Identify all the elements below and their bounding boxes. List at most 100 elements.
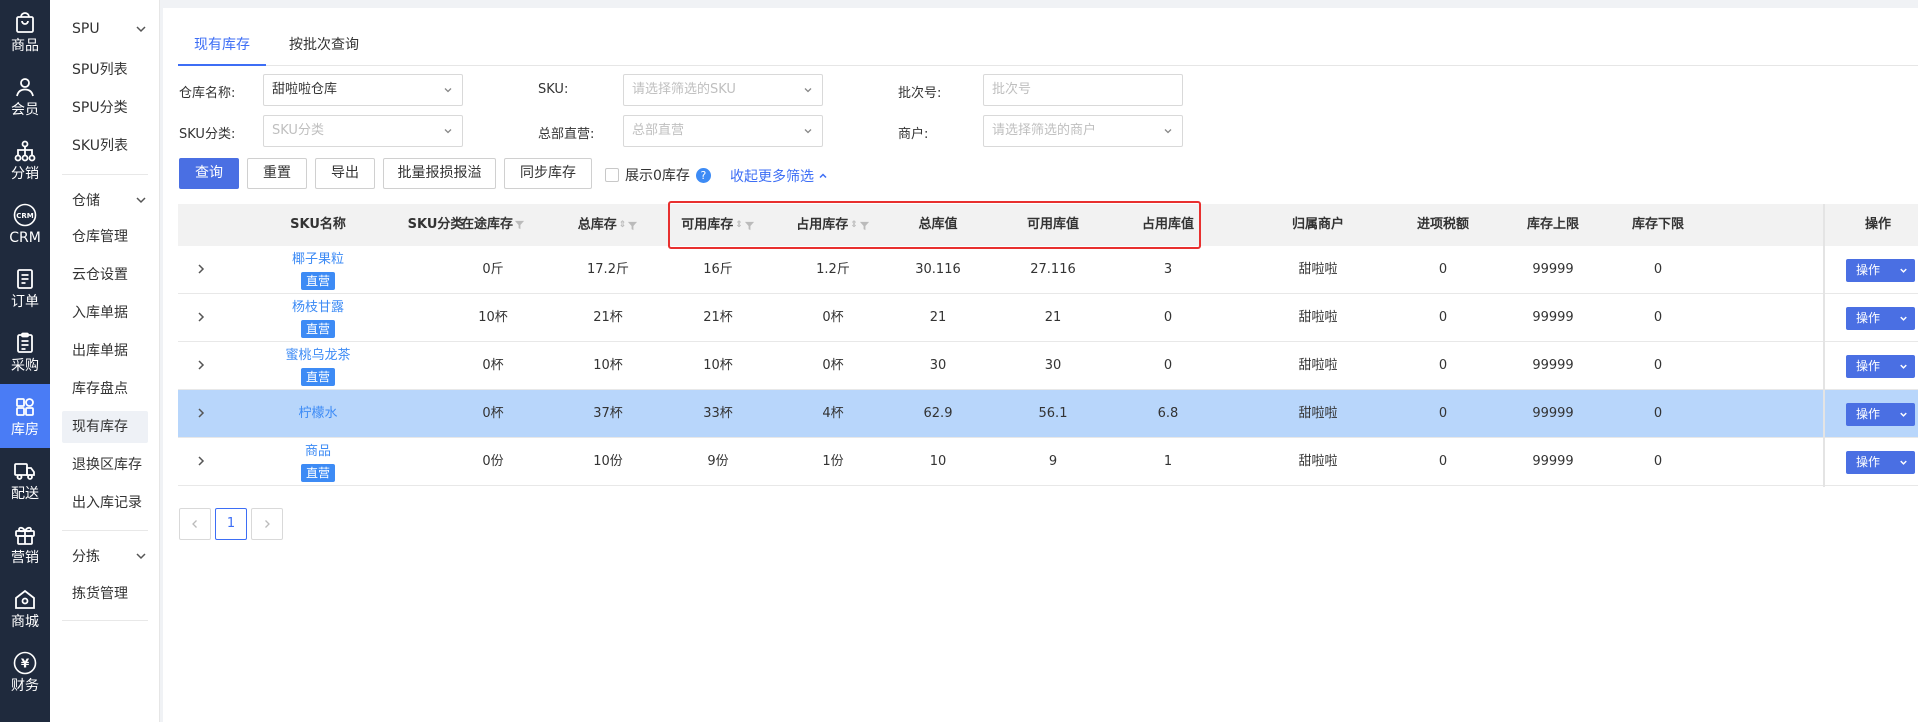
rail-item-marketing[interactable]: 营销: [0, 512, 50, 576]
sku-category-label: SKU分类:: [179, 127, 236, 142]
rail-label: 订单: [11, 293, 39, 310]
chevron-right-icon[interactable]: [194, 358, 208, 372]
direct-tag: 直营: [300, 271, 335, 290]
checkbox-box[interactable]: [605, 168, 619, 182]
sku-name-cell: 椰子果粒 直营: [238, 246, 398, 294]
sort-icon[interactable]: ⇕: [735, 204, 743, 246]
sort-icon[interactable]: ⇕: [850, 204, 858, 246]
merchant-select[interactable]: 请选择筛选的商户: [983, 115, 1183, 147]
show-zero-checkbox[interactable]: 展示0库存 ?: [605, 165, 711, 185]
rail-item-crm[interactable]: CRM CRM: [0, 192, 50, 256]
cell-available-value: 30: [1044, 358, 1062, 373]
chevron-down-icon: [1900, 364, 1907, 369]
table-row[interactable]: 椰子果粒 直营 0斤 17.2斤 16斤 1.2斤 30.116 27.116 …: [178, 246, 1918, 294]
export-button[interactable]: 导出: [315, 158, 375, 189]
menu-item-current-stock[interactable]: 现有库存: [62, 411, 148, 443]
help-icon[interactable]: ?: [695, 167, 711, 183]
sku-name-link[interactable]: 蜜桃乌龙茶: [285, 347, 350, 365]
warehouse-value: 甜啦啦仓库: [272, 82, 338, 97]
svg-text:¥: ¥: [21, 656, 30, 670]
sku-name-link[interactable]: 杨枝甘露: [292, 299, 344, 317]
menu-item-picking[interactable]: 拣货管理: [62, 578, 148, 610]
main-panel: 现有库存 按批次查询 仓库名称: 甜啦啦仓库 SKU: 请选择筛选的SKU 批次…: [163, 8, 1918, 722]
menu-item-inbound[interactable]: 入库单据: [62, 297, 148, 329]
rail-item-purchasing[interactable]: 采购: [0, 320, 50, 384]
menu-item-io-records[interactable]: 出入库记录: [62, 487, 148, 519]
rail-item-goods[interactable]: 商品: [0, 0, 50, 64]
col-total-value: 总库值: [918, 217, 958, 232]
sku-name-link[interactable]: 椰子果粒: [292, 251, 344, 269]
sku-category-select[interactable]: SKU分类: [263, 115, 463, 147]
rail-item-orders[interactable]: 订单: [0, 256, 50, 320]
menu-item-sku-list[interactable]: SKU列表: [62, 130, 148, 162]
cell-available-value: 9: [1048, 454, 1058, 469]
table-row[interactable]: 蜜桃乌龙茶 直营 0杯 10杯 10杯 0杯 30 30 0 甜啦啦 0 999…: [178, 342, 1918, 390]
hq-direct-label: 总部直营:: [538, 127, 595, 142]
rail-item-delivery[interactable]: 配送: [0, 448, 50, 512]
cell-occupied-value: 0: [1163, 310, 1173, 325]
menu-item-return-stock[interactable]: 退换区库存: [62, 449, 148, 481]
pager-page-button[interactable]: 1: [215, 508, 247, 540]
batch-report-button[interactable]: 批量报损报溢: [383, 158, 496, 189]
operate-dropdown-button[interactable]: 操作: [1846, 355, 1915, 378]
filter-icon[interactable]: [744, 220, 755, 231]
rail-item-mall[interactable]: 商城: [0, 576, 50, 640]
chevron-right-icon[interactable]: [194, 262, 208, 276]
menu-group-spu[interactable]: SPU: [72, 21, 148, 37]
direct-tag: 直营: [300, 319, 335, 338]
rail-item-warehouse[interactable]: 库房: [0, 384, 50, 448]
query-button[interactable]: 查询: [179, 158, 239, 189]
filter-icon[interactable]: [627, 220, 638, 231]
cell-occupied-value: 3: [1163, 262, 1173, 277]
reset-button[interactable]: 重置: [247, 158, 307, 189]
menu-item-stocktake[interactable]: 库存盘点: [62, 373, 148, 405]
cell-occupied-value: 1: [1163, 454, 1173, 469]
menu-group-sorting[interactable]: 分拣: [72, 546, 148, 566]
operate-dropdown-button[interactable]: 操作: [1846, 451, 1915, 474]
rail-item-distribution[interactable]: 分销: [0, 128, 50, 192]
menu-item-outbound[interactable]: 出库单据: [62, 335, 148, 367]
sku-name-cell: 杨枝甘露 直营: [238, 294, 398, 342]
table-row[interactable]: 商品 直营 0份 10份 9份 1份 10 9 1 甜啦啦 0 99999 0 …: [178, 438, 1918, 486]
sort-icon[interactable]: ⇕: [619, 204, 627, 246]
chevron-down-icon: [1900, 316, 1907, 321]
collapse-filters-link[interactable]: 收起更多筛选: [730, 166, 829, 186]
table-row-selected[interactable]: 柠檬水 0杯 37杯 33杯 4杯 62.9 56.1 6.8 甜啦啦 0 99…: [178, 390, 1918, 438]
cell-merchant: 甜啦啦: [1298, 310, 1338, 325]
col-merchant: 归属商户: [1291, 217, 1344, 232]
pager-prev-button[interactable]: [179, 508, 211, 540]
sku-select[interactable]: 请选择筛选的SKU: [623, 74, 823, 106]
sku-name-link[interactable]: 柠檬水: [298, 405, 337, 423]
chevron-right-icon[interactable]: [194, 406, 208, 420]
hq-direct-select[interactable]: 总部直营: [623, 115, 823, 147]
chevron-right-icon[interactable]: [194, 310, 208, 324]
menu-item-cloud-warehouse[interactable]: 云仓设置: [62, 259, 148, 291]
batch-input[interactable]: 批次号: [983, 74, 1183, 106]
menu-divider: [62, 620, 148, 621]
chevron-right-icon[interactable]: [194, 454, 208, 468]
menu-item-warehouse-mgmt[interactable]: 仓库管理: [62, 221, 148, 253]
menu-group-storage[interactable]: 仓储: [72, 190, 148, 210]
operate-label: 操作: [1856, 407, 1881, 421]
cell-total-value: 30: [929, 358, 947, 373]
sku-name-link[interactable]: 商品: [305, 443, 331, 461]
filter-icon[interactable]: [859, 220, 870, 231]
operate-dropdown-button[interactable]: 操作: [1846, 403, 1915, 426]
cell-total-value: 30.116: [915, 262, 961, 277]
menu-item-spu-category[interactable]: SPU分类: [62, 92, 148, 124]
rail-label: 商品: [11, 37, 39, 54]
rail-item-finance[interactable]: ¥ 财务: [0, 640, 50, 704]
menu-item-spu-list[interactable]: SPU列表: [62, 54, 148, 86]
tab-batch-query[interactable]: 按批次查询: [276, 24, 372, 66]
table-row[interactable]: 杨枝甘露 直营 10杯 21杯 21杯 0杯 21 21 0 甜啦啦 0 999…: [178, 294, 1918, 342]
operate-dropdown-button[interactable]: 操作: [1846, 259, 1915, 282]
pager-next-button[interactable]: [251, 508, 283, 540]
filter-icon[interactable]: [514, 219, 525, 230]
operate-dropdown-button[interactable]: 操作: [1846, 307, 1915, 330]
chevron-down-icon: [1900, 412, 1907, 417]
warehouse-select[interactable]: 甜啦啦仓库: [263, 74, 463, 106]
tab-current-stock[interactable]: 现有库存: [178, 24, 266, 66]
sync-stock-button[interactable]: 同步库存: [504, 158, 592, 189]
menu-group-label: 分拣: [72, 549, 100, 565]
rail-item-members[interactable]: 会员: [0, 64, 50, 128]
